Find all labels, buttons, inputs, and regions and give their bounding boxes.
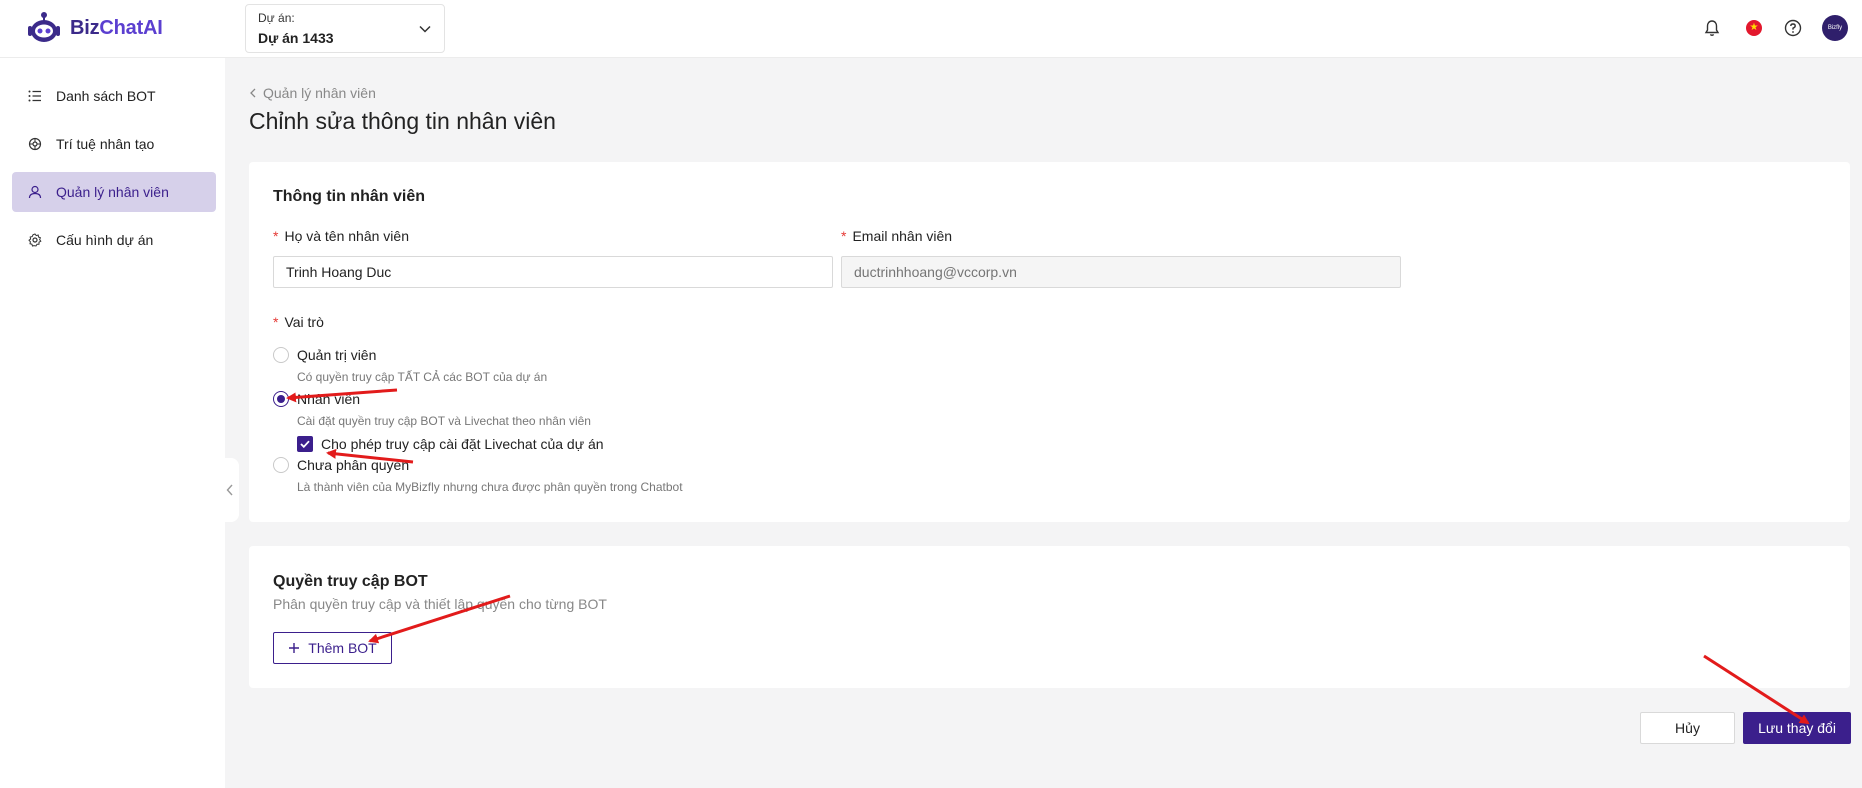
notification-bell-icon[interactable] [1700,16,1724,40]
logo-text: BizChatAI [70,17,163,40]
employee-info-title: Thông tin nhân viên [273,188,425,205]
user-icon [28,185,42,199]
bot-access-card: Quyền truy cập BOT Phân quyền truy cập v… [249,546,1850,688]
role-desc-admin: Có quyền truy cập TẤT CẢ các BOT của dự … [297,370,548,384]
project-select-label: Dự án: [258,11,295,25]
top-header: BizChatAI Dự án: Dự án 1433 ★ Bizfly [0,0,1862,58]
required-mark: * [273,314,279,330]
role-radio-unassigned[interactable] [273,457,289,473]
role-label: * Vai trò [273,314,324,330]
livechat-access-label[interactable]: Cho phép truy cập cài đặt Livechat của d… [321,436,604,452]
app-logo[interactable]: BizChatAI [26,10,163,46]
avatar-badge: Bizfly [1822,15,1848,41]
project-select-value: Dự án 1433 [258,30,334,46]
add-bot-label: Thêm BOT [308,640,377,656]
role-label-unassigned[interactable]: Chưa phân quyền [297,457,409,473]
chevron-left-icon [250,88,256,98]
required-mark: * [841,228,847,244]
list-icon [28,90,41,102]
sidebar-item-staff-management[interactable]: Quản lý nhân viên [12,172,216,212]
save-changes-button[interactable]: Lưu thay đổi [1743,712,1851,744]
role-radio-admin[interactable] [273,347,289,363]
logo-text-chatai: ChatAI [99,16,163,39]
role-radio-staff[interactable] [273,391,289,407]
robot-logo-icon [28,12,60,42]
breadcrumb[interactable]: Quản lý nhân viên [249,85,376,101]
sidebar-item-label: Cấu hình dự án [56,232,154,248]
add-bot-button[interactable]: Thêm BOT [273,632,392,664]
sidebar-item-bot-list[interactable]: Danh sách BOT [12,76,216,116]
vietnam-flag-icon: ★ [1746,20,1762,36]
bot-access-title: Quyền truy cập BOT [273,573,428,590]
role-desc-unassigned: Là thành viên của MyBizfly nhưng chưa đư… [297,480,683,494]
required-mark: * [273,228,279,244]
sidebar-item-project-config[interactable]: Cấu hình dự án [12,220,216,260]
cancel-button[interactable]: Hủy [1640,712,1735,744]
breadcrumb-link[interactable]: Quản lý nhân viên [263,85,376,101]
help-icon[interactable] [1781,16,1805,40]
ai-icon [28,137,42,151]
sidebar-item-label: Quản lý nhân viên [56,184,169,200]
email-field-label: * Email nhân viên [841,228,952,244]
checkmark-icon [300,440,310,448]
role-label-staff[interactable]: Nhân viên [297,391,360,407]
chevron-down-icon [419,25,431,33]
role-label-text: Vai trò [284,314,324,330]
name-label-text: Họ và tên nhân viên [284,228,409,244]
role-label-admin[interactable]: Quản trị viên [297,347,376,363]
page-title: Chỉnh sửa thông tin nhân viên [249,108,556,134]
livechat-access-checkbox[interactable] [297,436,313,452]
sidebar-collapse-handle[interactable] [221,458,239,522]
sidebar-item-ai[interactable]: Trí tuệ nhân tạo [12,124,216,164]
name-field-label: * Họ và tên nhân viên [273,228,409,244]
sidebar: Danh sách BOT Trí tuệ nhân tạo Quản lý n… [0,58,225,788]
language-flag-vn-icon[interactable]: ★ [1742,16,1766,40]
bot-access-subtitle: Phân quyền truy cập và thiết lập quyền c… [273,596,607,612]
email-label-text: Email nhân viên [852,228,953,244]
plus-icon [289,643,300,653]
employee-info-card: Thông tin nhân viên * Họ và tên nhân viên… [249,162,1850,522]
logo-text-biz: Biz [70,16,100,39]
sidebar-item-label: Trí tuệ nhân tạo [56,136,155,152]
user-avatar[interactable]: Bizfly [1822,15,1848,41]
sidebar-item-label: Danh sách BOT [56,88,156,104]
role-desc-staff: Cài đặt quyền truy cập BOT và Livechat t… [297,414,591,428]
employee-name-input[interactable] [273,256,833,288]
gear-icon [28,233,42,247]
project-select[interactable]: Dự án: Dự án 1433 [245,4,445,53]
employee-email-input[interactable] [841,256,1401,288]
chevron-left-icon [226,484,233,496]
